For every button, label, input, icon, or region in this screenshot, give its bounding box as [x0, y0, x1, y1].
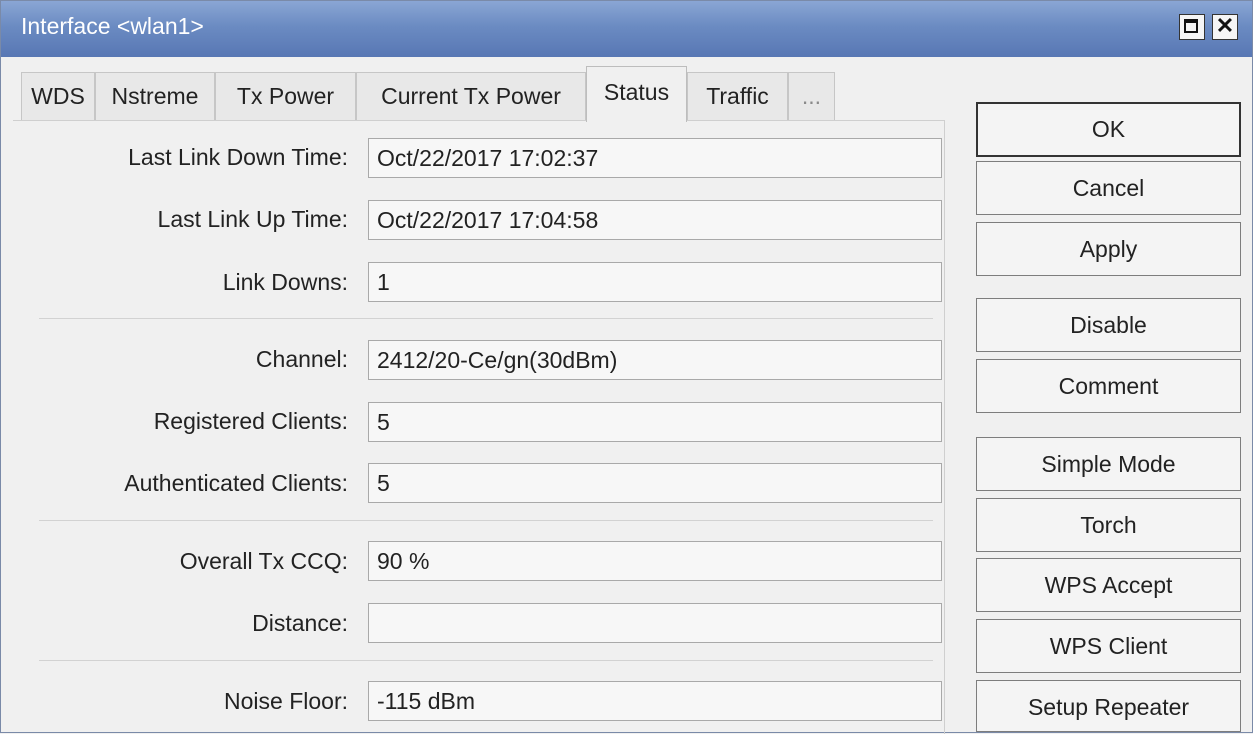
- registered-clients-field[interactable]: 5: [368, 402, 942, 442]
- link-downs-label: Link Downs:: [222, 269, 348, 295]
- wps-accept-button[interactable]: WPS Accept: [976, 558, 1241, 612]
- channel-field[interactable]: 2412/20-Ce/gn(30dBm): [368, 340, 942, 380]
- last-link-up-time-field[interactable]: Oct/22/2017 17:04:58: [368, 200, 942, 240]
- wps-client-button[interactable]: WPS Client: [976, 619, 1241, 673]
- tab-more[interactable]: ...: [788, 72, 835, 120]
- setup-repeater-button[interactable]: Setup Repeater: [976, 680, 1241, 732]
- ok-button[interactable]: OK: [976, 102, 1241, 157]
- noise-floor-field[interactable]: -115 dBm: [368, 681, 942, 721]
- title-bar[interactable]: Interface <wlan1> ✕: [1, 1, 1252, 57]
- tab-traffic[interactable]: Traffic: [687, 72, 788, 120]
- tab-status[interactable]: Status: [586, 66, 687, 122]
- section-divider: [39, 520, 933, 521]
- close-icon[interactable]: ✕: [1212, 13, 1238, 40]
- tab-nstreme[interactable]: Nstreme: [95, 72, 215, 120]
- section-divider: [39, 660, 933, 661]
- authenticated-clients-label: Authenticated Clients:: [124, 470, 348, 496]
- status-panel: Last Link Down Time: Oct/22/2017 17:02:3…: [13, 120, 945, 734]
- window-title: Interface <wlan1>: [21, 13, 204, 39]
- overall-tx-ccq-field[interactable]: 90 %: [368, 541, 942, 581]
- distance-label: Distance:: [252, 610, 348, 636]
- simple-mode-button[interactable]: Simple Mode: [976, 437, 1241, 491]
- overall-tx-ccq-label: Overall Tx CCQ:: [179, 548, 348, 574]
- torch-button[interactable]: Torch: [976, 498, 1241, 552]
- disable-button[interactable]: Disable: [976, 298, 1241, 352]
- apply-button[interactable]: Apply: [976, 222, 1241, 276]
- link-downs-field[interactable]: 1: [368, 262, 942, 302]
- registered-clients-label: Registered Clients:: [153, 408, 348, 434]
- maximize-icon[interactable]: [1179, 14, 1205, 40]
- last-link-down-time-field[interactable]: Oct/22/2017 17:02:37: [368, 138, 942, 178]
- noise-floor-label: Noise Floor:: [224, 688, 348, 714]
- last-link-down-time-label: Last Link Down Time:: [128, 144, 348, 170]
- authenticated-clients-field[interactable]: 5: [368, 463, 942, 503]
- interface-window: Interface <wlan1> ✕ WDS Nstreme Tx Power…: [0, 0, 1253, 734]
- last-link-up-time-label: Last Link Up Time:: [157, 206, 348, 232]
- tab-wds[interactable]: WDS: [21, 72, 95, 120]
- distance-field[interactable]: [368, 603, 942, 643]
- cancel-button[interactable]: Cancel: [976, 161, 1241, 215]
- comment-button[interactable]: Comment: [976, 359, 1241, 413]
- section-divider: [39, 318, 933, 319]
- channel-label: Channel:: [255, 346, 348, 372]
- tab-tx-power[interactable]: Tx Power: [215, 72, 356, 120]
- tab-current-tx-power[interactable]: Current Tx Power: [356, 72, 586, 120]
